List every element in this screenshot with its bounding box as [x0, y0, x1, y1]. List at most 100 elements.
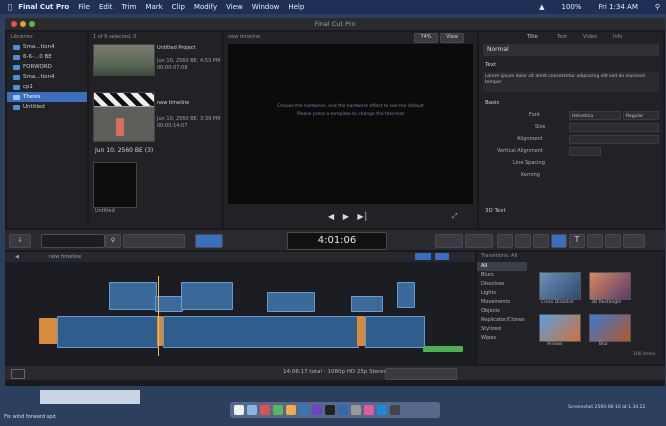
previous-frame-icon[interactable]: ◀: [328, 212, 334, 221]
title-clip-start[interactable]: [39, 318, 57, 344]
connected-clip-2[interactable]: [155, 296, 183, 312]
apple-icon[interactable]: : [8, 3, 12, 11]
effects-menu[interactable]: [435, 234, 463, 248]
menu-file[interactable]: File: [78, 3, 90, 11]
final-cut-pro-icon[interactable]: [325, 405, 335, 415]
font-weight-field[interactable]: Regular: [623, 111, 659, 120]
category-dissolves[interactable]: Dissolves: [477, 280, 527, 289]
category-objects[interactable]: Objects: [477, 307, 527, 316]
app-store-icon[interactable]: [338, 405, 348, 415]
timeline-back-icon[interactable]: ◀: [15, 254, 19, 260]
finder-icon[interactable]: [234, 405, 244, 415]
menu-edit[interactable]: Edit: [99, 3, 113, 11]
titles-icon[interactable]: T: [569, 234, 585, 248]
connected-clip-4[interactable]: [267, 292, 315, 312]
index-field[interactable]: [41, 234, 105, 248]
zoom-window-icon[interactable]: [29, 21, 35, 27]
trash-icon[interactable]: [390, 405, 400, 415]
skimming-icon[interactable]: [435, 253, 449, 260]
snapping-icon[interactable]: [415, 253, 431, 260]
title-text-field[interactable]: Lorem ipsum dolor sit amet consectetur a…: [483, 72, 659, 92]
music-app-icon[interactable]: [312, 405, 322, 415]
primary-clip-3[interactable]: [365, 316, 425, 348]
audio-clip[interactable]: [423, 346, 463, 352]
play-icon[interactable]: ▶: [343, 212, 349, 221]
keyword-icon[interactable]: ⚲: [105, 234, 121, 248]
size-slider[interactable]: [569, 123, 659, 132]
sidebar-item-untitled[interactable]: Untitled: [7, 102, 87, 112]
search-icon[interactable]: ⚲: [655, 3, 660, 11]
import-icon[interactable]: ⇩: [9, 234, 31, 248]
clock[interactable]: Fri 1:34 AM: [599, 3, 638, 11]
menu-mark[interactable]: Mark: [145, 3, 162, 11]
tab-text[interactable]: Text: [557, 34, 567, 40]
menu-view[interactable]: View: [226, 3, 243, 11]
music-icon[interactable]: [533, 234, 549, 248]
alignment-buttons[interactable]: [569, 135, 659, 144]
viewer-zoom[interactable]: 74%: [414, 33, 438, 43]
vertical-alignment-buttons[interactable]: [569, 147, 601, 156]
menu-window[interactable]: Window: [252, 3, 280, 11]
category-lights[interactable]: Lights: [477, 289, 527, 298]
transitions-icon[interactable]: [551, 234, 567, 248]
calendar-icon[interactable]: [260, 405, 270, 415]
category-wipes[interactable]: Wipes: [477, 334, 527, 343]
primary-clip-1[interactable]: [57, 316, 159, 348]
sidebar-item-event-1[interactable]: 6-6-...0 BE: [7, 52, 87, 62]
background-app-thumbnail[interactable]: [40, 390, 140, 404]
3d-text-label[interactable]: 3D Text: [485, 208, 506, 214]
themes-icon[interactable]: [605, 234, 621, 248]
text-style-preset[interactable]: Normal: [483, 44, 659, 56]
battery-percent[interactable]: 100%: [562, 3, 582, 11]
tab-title[interactable]: Title: [527, 34, 538, 40]
sidebar-item-library-2[interactable]: Sma...tion4: [7, 72, 87, 82]
playhead[interactable]: [158, 276, 159, 356]
sidebar-item-forword[interactable]: FORWORD: [7, 62, 87, 72]
connected-clip-3[interactable]: [181, 282, 233, 310]
messages-icon[interactable]: [273, 405, 283, 415]
camera-icon[interactable]: [515, 234, 531, 248]
category-all[interactable]: All: [477, 262, 527, 271]
primary-clip-2[interactable]: [163, 316, 359, 348]
close-window-icon[interactable]: [11, 21, 17, 27]
mail-icon[interactable]: [377, 405, 387, 415]
connected-clip-6[interactable]: [397, 282, 415, 308]
transition-tile-3d-rectangle[interactable]: [589, 272, 631, 300]
sidebar-item-thesis[interactable]: Thesis: [7, 92, 87, 102]
title-clip-end[interactable]: [357, 316, 365, 346]
wifi-icon[interactable]: ▲: [539, 3, 544, 11]
itunes-icon[interactable]: [364, 405, 374, 415]
category-movements[interactable]: Movements: [477, 298, 527, 307]
safari-icon[interactable]: [299, 405, 309, 415]
connected-clip-1[interactable]: [109, 282, 157, 310]
date-group-header[interactable]: Jun 10, 2560 BE (3): [95, 147, 153, 154]
clip-thumbnail-2[interactable]: [93, 92, 155, 142]
fullscreen-icon[interactable]: ⤢: [452, 212, 458, 221]
transform-menu[interactable]: [465, 234, 493, 248]
sidebar-item-cp1[interactable]: cp1: [7, 82, 87, 92]
tab-info[interactable]: Info: [613, 34, 622, 40]
zoom-slider[interactable]: [385, 368, 457, 380]
menu-help[interactable]: Help: [288, 3, 304, 11]
category-stylized[interactable]: Stylized: [477, 325, 527, 334]
tool-select-button[interactable]: [195, 234, 223, 248]
sidebar-toggle-icon[interactable]: [623, 234, 645, 248]
clip-thumbnail-3[interactable]: [93, 162, 137, 208]
edit-buttons[interactable]: [123, 234, 185, 248]
menu-clip[interactable]: Clip: [172, 3, 185, 11]
next-frame-icon[interactable]: ▶│: [357, 212, 368, 221]
minimize-window-icon[interactable]: [20, 21, 26, 27]
menu-modify[interactable]: Modify: [194, 3, 217, 11]
system-preferences-icon[interactable]: [351, 405, 361, 415]
menu-trim[interactable]: Trim: [122, 3, 137, 11]
category-replicator[interactable]: Replicator/Clones: [477, 316, 527, 325]
sidebar-item-library-1[interactable]: Sma...tion4: [7, 42, 87, 52]
category-blurs[interactable]: Blurs: [477, 271, 527, 280]
tab-video[interactable]: Video: [583, 34, 597, 40]
photos-app-icon[interactable]: [286, 405, 296, 415]
photos-icon[interactable]: [497, 234, 513, 248]
font-field[interactable]: Helvetica: [569, 111, 621, 120]
connected-clip-5[interactable]: [351, 296, 383, 312]
transition-tile-cross-dissolve[interactable]: [539, 272, 581, 300]
timecode-display[interactable]: 4:01:06: [287, 232, 387, 250]
